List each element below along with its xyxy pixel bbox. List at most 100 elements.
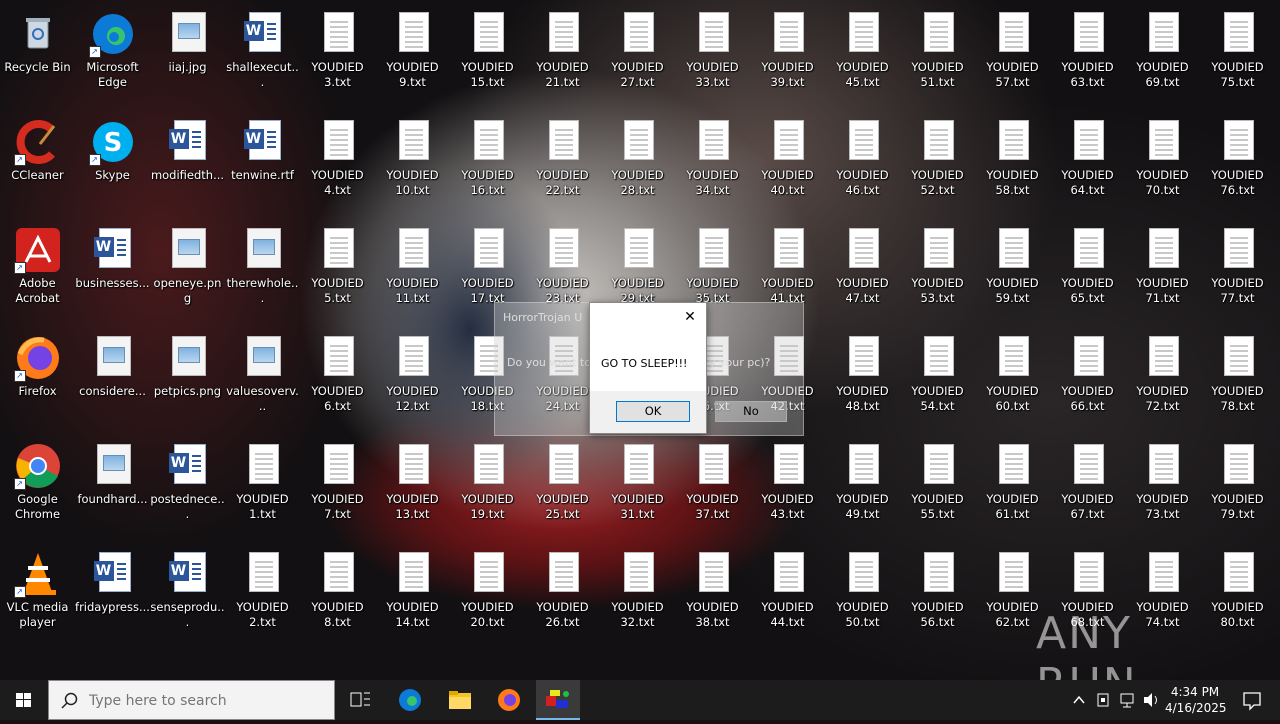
desktop-icon-txt[interactable]: YOUDIED 7.txt <box>300 436 375 541</box>
edge-icon[interactable] <box>390 680 430 720</box>
desktop-icon-txt[interactable]: YOUDIED 76.txt <box>1200 112 1275 217</box>
desktop-icon-txt[interactable]: YOUDIED 63.txt <box>1050 4 1125 109</box>
desktop-icon[interactable]: iiaj.jpg <box>150 4 225 109</box>
desktop-icon-txt[interactable]: YOUDIED 13.txt <box>375 436 450 541</box>
desktop-icon-txt[interactable]: YOUDIED 77.txt <box>1200 220 1275 325</box>
task-view-icon[interactable] <box>340 680 380 720</box>
desktop-icon[interactable]: modifiedth... <box>150 112 225 217</box>
desktop-icon-txt[interactable]: YOUDIED 5.txt <box>300 220 375 325</box>
notifications-icon[interactable] <box>1232 680 1272 720</box>
desktop-icon-txt[interactable]: YOUDIED 79.txt <box>1200 436 1275 541</box>
ok-button[interactable]: OK <box>616 401 690 422</box>
search-input[interactable] <box>87 690 321 712</box>
search-box[interactable] <box>48 680 335 720</box>
desktop-icon-txt[interactable]: YOUDIED 61.txt <box>975 436 1050 541</box>
desktop-icon-txt[interactable]: YOUDIED 60.txt <box>975 328 1050 433</box>
desktop-icon-txt[interactable]: YOUDIED 64.txt <box>1050 112 1125 217</box>
desktop-icon-txt[interactable]: YOUDIED 51.txt <box>900 4 975 109</box>
desktop-icon-txt[interactable]: YOUDIED 48.txt <box>825 328 900 433</box>
desktop-icon-txt[interactable]: YOUDIED 4.txt <box>300 112 375 217</box>
close-icon[interactable]: ✕ <box>680 307 700 327</box>
desktop-icon-txt[interactable]: YOUDIED 69.txt <box>1125 4 1200 109</box>
desktop-icon-txt[interactable]: YOUDIED 54.txt <box>900 328 975 433</box>
desktop-icon-txt[interactable]: YOUDIED 65.txt <box>1050 220 1125 325</box>
desktop-icon-txt[interactable]: YOUDIED 28.txt <box>600 112 675 217</box>
desktop-icon-txt[interactable]: YOUDIED 72.txt <box>1125 328 1200 433</box>
desktop-icon-txt[interactable]: YOUDIED 52.txt <box>900 112 975 217</box>
desktop-icon-txt[interactable]: YOUDIED 66.txt <box>1050 328 1125 433</box>
desktop-icon-txt[interactable]: YOUDIED 47.txt <box>825 220 900 325</box>
desktop-icon[interactable]: YOUDIED 1.txt <box>225 436 300 541</box>
desktop-icon-txt[interactable]: YOUDIED 22.txt <box>525 112 600 217</box>
desktop-icon-txt[interactable]: YOUDIED 59.txt <box>975 220 1050 325</box>
desktop-icon-txt[interactable]: YOUDIED 8.txt <box>300 544 375 649</box>
desktop-icon[interactable]: businesses... <box>75 220 150 325</box>
desktop-icon[interactable]: Recycle Bin <box>0 4 75 109</box>
desktop-icon-txt[interactable]: YOUDIED 56.txt <box>900 544 975 649</box>
clock[interactable]: 4:34 PM 4/16/2025 <box>1165 680 1227 720</box>
desktop[interactable]: Recycle Bin↗Microsoft Edgeiiaj.jpgshalle… <box>0 0 1280 680</box>
desktop-icon-txt[interactable]: YOUDIED 55.txt <box>900 436 975 541</box>
desktop-icon-txt[interactable]: YOUDIED 71.txt <box>1125 220 1200 325</box>
desktop-icon[interactable]: openeye.png <box>150 220 225 325</box>
desktop-icon[interactable]: ↗ CCleaner <box>0 112 75 217</box>
desktop-icon[interactable]: YOUDIED 2.txt <box>225 544 300 649</box>
desktop-icon-txt[interactable]: YOUDIED 45.txt <box>825 4 900 109</box>
desktop-icon-txt[interactable]: YOUDIED 57.txt <box>975 4 1050 109</box>
desktop-icon-txt[interactable]: YOUDIED 10.txt <box>375 112 450 217</box>
desktop-icon-txt[interactable]: YOUDIED 46.txt <box>825 112 900 217</box>
desktop-icon-txt[interactable]: YOUDIED 16.txt <box>450 112 525 217</box>
desktop-icon-txt[interactable]: YOUDIED 32.txt <box>600 544 675 649</box>
desktop-icon-txt[interactable]: YOUDIED 43.txt <box>750 436 825 541</box>
desktop-icon-txt[interactable]: YOUDIED 34.txt <box>675 112 750 217</box>
desktop-icon-txt[interactable]: YOUDIED 78.txt <box>1200 328 1275 433</box>
desktop-icon-txt[interactable]: YOUDIED 6.txt <box>300 328 375 433</box>
desktop-icon[interactable]: ↗ Microsoft Edge <box>75 4 150 109</box>
desktop-icon-txt[interactable]: YOUDIED 73.txt <box>1125 436 1200 541</box>
desktop-icon-txt[interactable]: YOUDIED 37.txt <box>675 436 750 541</box>
desktop-icon[interactable]: ↗ VLC media player <box>0 544 75 649</box>
network-icon[interactable] <box>1115 680 1139 720</box>
desktop-icon[interactable]: shallexecut... <box>225 4 300 109</box>
desktop-icon-txt[interactable]: YOUDIED 40.txt <box>750 112 825 217</box>
desktop-icon-txt[interactable]: YOUDIED 49.txt <box>825 436 900 541</box>
desktop-icon-txt[interactable]: YOUDIED 70.txt <box>1125 112 1200 217</box>
usb-icon[interactable] <box>1091 680 1115 720</box>
desktop-icon-txt[interactable]: YOUDIED 20.txt <box>450 544 525 649</box>
desktop-icon[interactable]: tenwine.rtf <box>225 112 300 217</box>
desktop-icon-txt[interactable]: YOUDIED 14.txt <box>375 544 450 649</box>
desktop-icon-txt[interactable]: YOUDIED 9.txt <box>375 4 450 109</box>
desktop-icon[interactable]: ↗ Firefox <box>0 328 75 433</box>
desktop-icon-txt[interactable]: YOUDIED 3.txt <box>300 4 375 109</box>
desktop-icon[interactable]: therewhole... <box>225 220 300 325</box>
desktop-icon-txt[interactable]: YOUDIED 26.txt <box>525 544 600 649</box>
desktop-icon-txt[interactable]: YOUDIED 33.txt <box>675 4 750 109</box>
desktop-icon-txt[interactable]: YOUDIED 21.txt <box>525 4 600 109</box>
desktop-icon-txt[interactable]: YOUDIED 53.txt <box>900 220 975 325</box>
desktop-icon-txt[interactable]: YOUDIED 15.txt <box>450 4 525 109</box>
file-explorer-icon[interactable] <box>440 680 480 720</box>
desktop-icon[interactable]: fridaypress... <box>75 544 150 649</box>
desktop-icon-txt[interactable]: YOUDIED 25.txt <box>525 436 600 541</box>
start-button[interactable] <box>0 680 48 720</box>
desktop-icon[interactable]: ↗ Google Chrome <box>0 436 75 541</box>
desktop-icon[interactable]: foundhard... <box>75 436 150 541</box>
desktop-icon-txt[interactable]: YOUDIED 11.txt <box>375 220 450 325</box>
desktop-icon[interactable]: senseprodu... <box>150 544 225 649</box>
desktop-icon[interactable]: postednece... <box>150 436 225 541</box>
desktop-icon[interactable]: considere... <box>75 328 150 433</box>
desktop-icon-txt[interactable]: YOUDIED 27.txt <box>600 4 675 109</box>
desktop-icon[interactable]: S ↗ Skype <box>75 112 150 217</box>
chevron-up-icon[interactable] <box>1067 680 1091 720</box>
desktop-icon-txt[interactable]: YOUDIED 67.txt <box>1050 436 1125 541</box>
desktop-icon-txt[interactable]: YOUDIED 19.txt <box>450 436 525 541</box>
desktop-icon-txt[interactable]: YOUDIED 38.txt <box>675 544 750 649</box>
desktop-icon-txt[interactable]: YOUDIED 50.txt <box>825 544 900 649</box>
desktop-icon-txt[interactable]: YOUDIED 58.txt <box>975 112 1050 217</box>
desktop-icon-txt[interactable]: YOUDIED 75.txt <box>1200 4 1275 109</box>
desktop-icon-txt[interactable]: YOUDIED 39.txt <box>750 4 825 109</box>
horror-trojan-app-icon[interactable] <box>536 680 580 720</box>
desktop-icon-txt[interactable]: YOUDIED 44.txt <box>750 544 825 649</box>
desktop-icon[interactable]: petpics.png <box>150 328 225 433</box>
no-button[interactable]: No <box>715 401 787 422</box>
